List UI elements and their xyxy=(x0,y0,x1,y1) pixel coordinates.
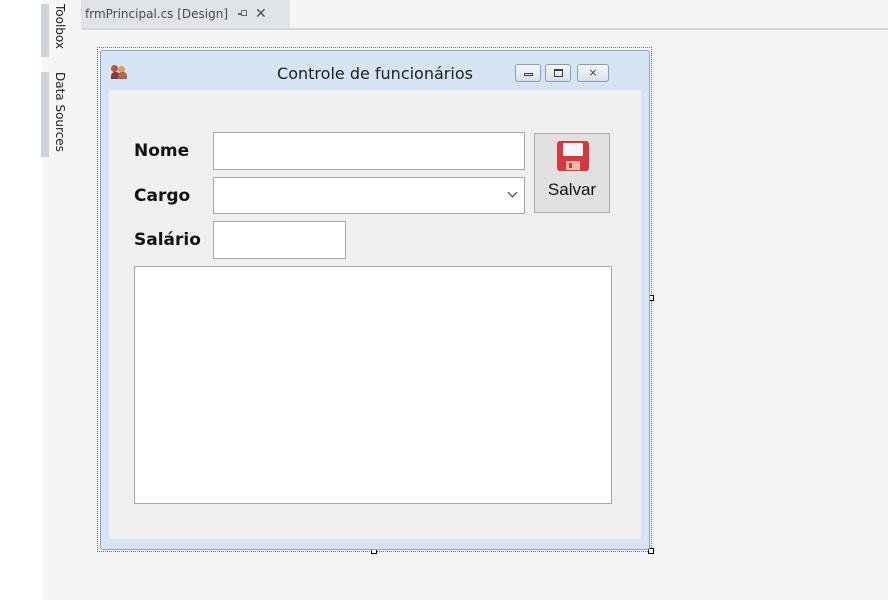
close-icon[interactable]: ✕ xyxy=(255,7,267,21)
document-tab-title: frmPrincipal.cs [Design] xyxy=(85,7,229,21)
employee-list[interactable] xyxy=(134,266,612,504)
nome-input[interactable] xyxy=(213,132,525,170)
minimize-icon xyxy=(524,73,533,76)
data-sources-tab[interactable]: Data Sources xyxy=(53,72,67,152)
tool-window-strip xyxy=(0,0,42,600)
save-button[interactable]: Salvar xyxy=(534,133,610,213)
save-button-label: Salvar xyxy=(547,180,597,199)
tab-strip-divider xyxy=(81,28,888,30)
form-title-bar: Controle de funcionários ⨯ xyxy=(101,51,649,89)
form-window: Controle de funcionários ⨯ Nome Cargo Sa… xyxy=(100,50,650,550)
close-icon: ⨯ xyxy=(588,66,598,79)
minimize-button[interactable] xyxy=(515,64,541,82)
toolbox-tab-marker xyxy=(41,4,49,57)
toolbox-tab[interactable]: Toolbox xyxy=(53,4,67,49)
salario-input[interactable] xyxy=(213,221,346,259)
window-close-button[interactable]: ⨯ xyxy=(577,64,609,82)
data-sources-tab-marker xyxy=(41,72,49,157)
chevron-down-icon xyxy=(507,187,518,198)
floppy-disk-icon xyxy=(557,141,589,171)
salario-label: Salário xyxy=(134,230,201,250)
form-client-area: Nome Cargo Salário Salvar xyxy=(109,90,641,539)
nome-label: Nome xyxy=(134,141,190,161)
maximize-icon xyxy=(554,69,563,77)
cargo-dropdown[interactable] xyxy=(213,177,525,214)
document-tab[interactable]: frmPrincipal.cs [Design] ✕ xyxy=(81,0,290,28)
cargo-label: Cargo xyxy=(134,186,191,206)
pin-icon[interactable] xyxy=(238,9,248,19)
maximize-button[interactable] xyxy=(545,64,571,82)
